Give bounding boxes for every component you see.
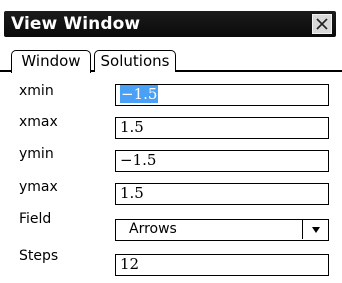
xmin-label: xmin bbox=[19, 83, 54, 99]
ymin-label: ymin bbox=[19, 146, 54, 162]
field-dropdown-button[interactable] bbox=[302, 220, 328, 239]
xmin-value: −1.5 bbox=[120, 85, 159, 103]
steps-value: 12 bbox=[120, 255, 140, 273]
tab-solutions[interactable]: Solutions bbox=[94, 50, 176, 72]
tab-window[interactable]: Window bbox=[11, 50, 91, 73]
field-select[interactable]: Arrows bbox=[115, 219, 329, 241]
ymin-field[interactable]: −1.5 bbox=[115, 150, 329, 172]
ymax-field[interactable]: 1.5 bbox=[115, 183, 329, 205]
ymax-label: ymax bbox=[19, 179, 58, 195]
steps-label: Steps bbox=[19, 248, 59, 264]
xmax-value: 1.5 bbox=[120, 118, 144, 136]
view-window-dialog: View Window Window Solutions xmin −1.5 x… bbox=[0, 0, 342, 283]
row-ymin: ymin −1.5 bbox=[0, 144, 342, 176]
dialog-title: View Window bbox=[11, 14, 141, 34]
title-bar: View Window bbox=[0, 0, 342, 40]
xmax-label: xmax bbox=[19, 114, 58, 130]
close-icon bbox=[316, 18, 328, 30]
ymax-value: 1.5 bbox=[120, 184, 144, 202]
close-button[interactable] bbox=[312, 14, 332, 34]
field-label: Field bbox=[19, 211, 52, 227]
field-select-value: Arrows bbox=[129, 221, 177, 237]
xmax-field[interactable]: 1.5 bbox=[115, 117, 329, 139]
row-steps: Steps 12 bbox=[0, 246, 342, 278]
row-ymax: ymax 1.5 bbox=[0, 177, 342, 209]
xmin-field[interactable]: −1.5 bbox=[115, 84, 329, 106]
row-xmax: xmax 1.5 bbox=[0, 112, 342, 144]
title-bar-background: View Window bbox=[4, 11, 336, 37]
row-xmin: xmin −1.5 bbox=[0, 81, 342, 113]
steps-field[interactable]: 12 bbox=[115, 254, 329, 276]
ymin-value: −1.5 bbox=[120, 151, 157, 169]
tab-bar: Window Solutions bbox=[0, 40, 342, 73]
row-field: Field Arrows bbox=[0, 209, 342, 241]
chevron-down-icon bbox=[311, 227, 320, 233]
